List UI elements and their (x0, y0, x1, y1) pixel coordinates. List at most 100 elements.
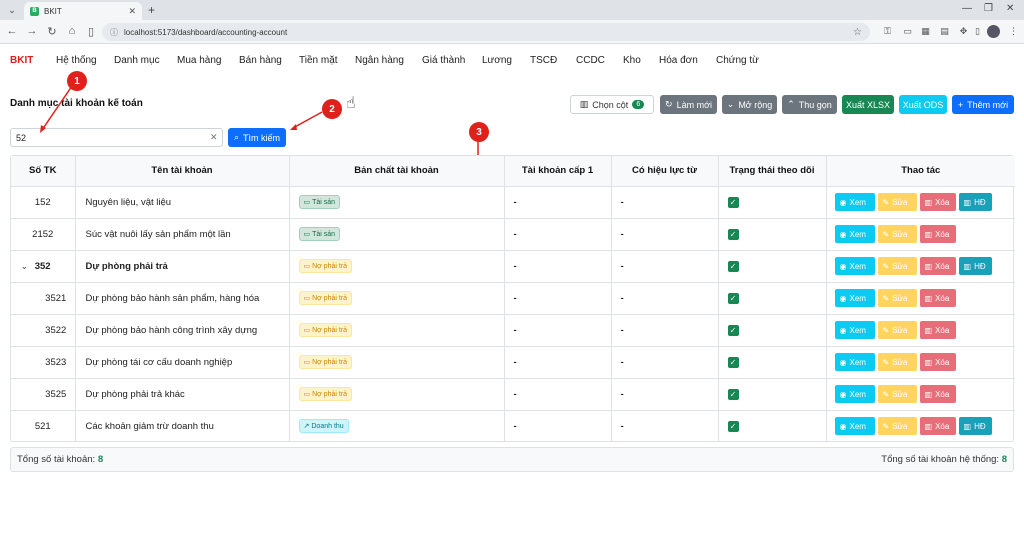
pencil-icon: ✎ (882, 389, 890, 399)
expand-row-chevron-icon[interactable]: ⌄ (21, 262, 28, 271)
edit-label: Sửa (892, 421, 908, 431)
app-brand[interactable]: BKIT (10, 55, 33, 66)
window-close-icon[interactable]: ✕ (1006, 3, 1014, 14)
edit-button[interactable]: ✎ Sửa (877, 225, 917, 243)
table-row[interactable]: 2152 Súc vật nuôi lấy sản phẩm một lần ▭… (11, 218, 1015, 251)
invoice-button[interactable]: ▥ HĐ (958, 257, 992, 275)
edit-button[interactable]: ✎ Sửa (877, 353, 917, 371)
export-xlsx-button[interactable]: Xuất XLSX (842, 95, 894, 114)
effective-from-cell: - (611, 250, 719, 283)
edit-button[interactable]: ✎ Sửa (877, 257, 917, 275)
eye-icon: ◉ (839, 261, 847, 271)
menu-chung-tu[interactable]: Chứng từ (716, 55, 759, 66)
edit-button[interactable]: ✎ Sửa (877, 289, 917, 307)
puzzle-icon[interactable]: ✥ (958, 26, 969, 37)
back-icon[interactable]: ← (5, 25, 19, 37)
delete-button[interactable]: ▥ Xóa (919, 353, 956, 371)
refresh-button[interactable]: ↻ Làm mới (660, 95, 717, 114)
menu-mua-hang[interactable]: Mua hàng (177, 55, 221, 66)
view-button[interactable]: ◉ Xem (834, 225, 875, 243)
header-account-nature[interactable]: Bản chất tài khoản (289, 156, 505, 187)
key-icon[interactable]: ⚿ (882, 26, 893, 37)
table-row[interactable]: 3525 Dự phòng phải trả khác ▭ Nợ phải trả… (11, 378, 1015, 411)
header-effective-from[interactable]: Có hiệu lực từ (611, 156, 719, 187)
header-account-number[interactable]: Số TK (11, 156, 76, 187)
browser-menu-icon[interactable]: ⋮ (1008, 26, 1019, 37)
choose-columns-button[interactable]: ▥ Chọn cột 6 (570, 95, 654, 114)
nature-icon: ▭ (303, 231, 311, 238)
menu-luong[interactable]: Lương (482, 55, 512, 66)
menu-hoa-don[interactable]: Hóa đơn (659, 55, 698, 66)
edit-button[interactable]: ✎ Sửa (877, 321, 917, 339)
menu-tscd[interactable]: TSCĐ (530, 55, 557, 66)
edit-button[interactable]: ✎ Sửa (877, 385, 917, 403)
add-new-button[interactable]: + Thêm mới (952, 95, 1014, 114)
minimize-icon[interactable]: — (962, 3, 972, 14)
delete-button[interactable]: ▥ Xóa (919, 225, 956, 243)
view-button[interactable]: ◉ Xem (834, 385, 875, 403)
export-ods-button[interactable]: Xuất ODS (899, 95, 947, 114)
table-row[interactable]: 152 Nguyên liệu, vật liệu ▭ Tài sản - - ✓… (11, 186, 1015, 219)
reload-icon[interactable]: ↻ (45, 25, 59, 38)
header-level1-account[interactable]: Tài khoản cấp 1 (504, 156, 612, 187)
sidebar-toggle-icon[interactable]: ▯ (84, 25, 98, 38)
invoice-button[interactable]: ▥ HĐ (958, 193, 992, 211)
new-tab-icon[interactable]: + (148, 3, 155, 17)
delete-button[interactable]: ▥ Xóa (919, 385, 956, 403)
table-row[interactable]: 3522 Dự phòng bảo hành công trình xây dự… (11, 314, 1015, 347)
browser-tab[interactable]: B BKIT ✕ (24, 2, 142, 20)
tablet-icon[interactable]: ▯ (972, 26, 983, 37)
menu-ccdc[interactable]: CCDC (576, 55, 605, 66)
delete-button[interactable]: ▥ Xóa (919, 257, 956, 275)
expand-button[interactable]: ⌄ Mở rộng (722, 95, 777, 114)
header-tracking-status[interactable]: Trạng thái theo dõi (718, 156, 827, 187)
expand-label: Mở rộng (738, 99, 773, 110)
tab-title: BKIT (44, 6, 62, 16)
site-info-icon[interactable]: ⓘ (110, 27, 118, 38)
pencil-icon: ✎ (882, 293, 890, 303)
address-bar[interactable]: ⓘ localhost:5173/dashboard/accounting-ac… (102, 23, 870, 41)
table-row[interactable]: 521 Các khoản giảm trừ doanh thu ↗ Doanh … (11, 410, 1015, 442)
restore-icon[interactable]: ❐ (984, 3, 993, 14)
table-row[interactable]: 3523 Dự phòng tái cơ cấu doanh nghiệp ▭ N… (11, 346, 1015, 379)
tab-search-icon[interactable]: ⌄ (4, 3, 20, 17)
edit-button[interactable]: ✎ Sửa (877, 193, 917, 211)
table-row[interactable]: 3521 Dự phòng bảo hành sản phẩm, hàng hó… (11, 282, 1015, 315)
column-count-badge: 6 (632, 100, 645, 109)
forward-icon[interactable]: → (25, 25, 39, 37)
search-input[interactable] (10, 128, 223, 147)
bookmark-star-icon[interactable]: ☆ (853, 27, 862, 38)
view-button[interactable]: ◉ Xem (834, 289, 875, 307)
menu-ban-hang[interactable]: Bán hàng (239, 55, 282, 66)
delete-button[interactable]: ▥ Xóa (919, 321, 956, 339)
view-button[interactable]: ◉ Xem (834, 417, 875, 436)
header-account-name[interactable]: Tên tài khoản (75, 156, 290, 187)
search-button[interactable]: ⌕ Tìm kiếm (228, 128, 286, 147)
menu-kho[interactable]: Kho (623, 55, 641, 66)
table-row[interactable]: ⌄ 352 Dự phòng phải trả ▭ Nợ phải trả - - … (11, 250, 1015, 283)
extension-icon[interactable]: ▦ (920, 26, 931, 37)
eye-icon: ◉ (839, 357, 847, 367)
invoice-button[interactable]: ▥ HĐ (958, 417, 992, 436)
menu-danh-muc[interactable]: Danh mục (114, 55, 160, 66)
view-button[interactable]: ◉ Xem (834, 193, 875, 211)
collapse-button[interactable]: ⌃ Thu gọn (782, 95, 837, 114)
translate-icon[interactable]: ▤ (939, 26, 950, 37)
menu-he-thong[interactable]: Hệ thống (56, 55, 97, 66)
view-button[interactable]: ◉ Xem (834, 321, 875, 339)
delete-button[interactable]: ▥ Xóa (919, 417, 956, 436)
profile-avatar-icon[interactable] (987, 25, 1000, 38)
close-tab-icon[interactable]: ✕ (128, 6, 136, 17)
edit-button[interactable]: ✎ Sửa (877, 417, 917, 436)
view-button[interactable]: ◉ Xem (834, 353, 875, 371)
delete-button[interactable]: ▥ Xóa (919, 193, 956, 211)
expand-icon: ⌄ (726, 99, 735, 109)
clear-search-icon[interactable]: ✕ (210, 132, 218, 143)
menu-tien-mat[interactable]: Tiền mặt (299, 55, 338, 66)
menu-gia-thanh[interactable]: Giá thành (422, 55, 465, 66)
delete-button[interactable]: ▥ Xóa (919, 289, 956, 307)
card-icon[interactable]: ▭ (902, 26, 913, 37)
menu-ngan-hang[interactable]: Ngân hàng (355, 55, 404, 66)
view-button[interactable]: ◉ Xem (834, 257, 875, 275)
home-icon[interactable]: ⌂ (65, 25, 79, 37)
